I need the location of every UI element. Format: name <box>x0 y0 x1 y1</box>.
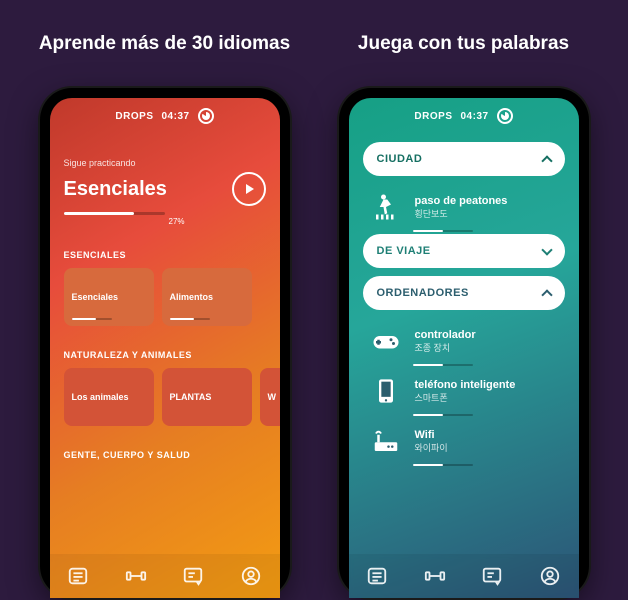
word-progress <box>413 464 473 466</box>
review-icon[interactable] <box>481 565 503 587</box>
card-label: Esenciales <box>72 292 146 302</box>
category-pill-viaje[interactable]: DE VIAJE <box>363 234 565 268</box>
screen-right: DROPS 04:37 CIUDAD paso de peatones 횡단보도 <box>349 98 579 598</box>
dumbbell-icon[interactable] <box>125 565 147 587</box>
word-sub: 조종 장치 <box>415 341 476 354</box>
card-label: Los animales <box>72 392 146 402</box>
topic-card[interactable]: Los animales <box>64 368 154 426</box>
chevron-up-icon <box>541 289 552 300</box>
category-pill-ciudad[interactable]: CIUDAD <box>363 142 565 176</box>
word-row[interactable]: controlador 조종 장치 <box>363 318 565 368</box>
card-label: PLANTAS <box>170 392 244 402</box>
word-progress <box>413 230 473 232</box>
hero-progress-pct: 27% <box>169 217 266 226</box>
gamepad-icon <box>369 324 403 358</box>
pill-label: ORDENADORES <box>377 287 469 299</box>
smartphone-icon <box>369 374 403 408</box>
topic-card[interactable]: PLANTAS <box>162 368 252 426</box>
topbar: DROPS 04:37 <box>349 98 579 134</box>
section-label: NATURALEZA Y ANIMALES <box>64 350 266 360</box>
word-sub: 횡단보도 <box>415 207 508 220</box>
section-label: GENTE, CUERPO Y SALUD <box>64 450 266 460</box>
card-label: Alimentos <box>170 292 244 302</box>
section-label: ESENCIALES <box>64 250 266 260</box>
word-row[interactable]: paso de peatones 횡단보도 <box>363 184 565 234</box>
screen-left: DROPS 04:37 Sigue practicando Esenciales… <box>50 98 280 598</box>
word-sub: 와이파이 <box>415 441 448 454</box>
card-progress <box>170 318 210 320</box>
phone-frame-right: DROPS 04:37 CIUDAD paso de peatones 횡단보도 <box>339 88 589 598</box>
phone-frame-left: DROPS 04:37 Sigue practicando Esenciales… <box>40 88 290 598</box>
timer-icon[interactable] <box>497 108 513 124</box>
chevron-down-icon <box>541 244 552 255</box>
word-sub: 스마트폰 <box>415 391 516 404</box>
profile-icon[interactable] <box>240 565 262 587</box>
timer-text: 04:37 <box>161 111 189 122</box>
pill-label: DE VIAJE <box>377 245 431 257</box>
chevron-up-icon <box>541 155 552 166</box>
word-progress <box>413 414 473 416</box>
wifi-router-icon <box>369 424 403 458</box>
word-row[interactable]: Wifi 와이파이 <box>363 418 565 468</box>
list-icon[interactable] <box>366 565 388 587</box>
hero-subtitle: Sigue practicando <box>64 158 266 168</box>
navbar <box>50 554 280 598</box>
category-pill-ordenadores[interactable]: ORDENADORES <box>363 276 565 310</box>
app-name: DROPS <box>115 111 153 122</box>
word-main: paso de peatones <box>415 195 508 207</box>
list-icon[interactable] <box>67 565 89 587</box>
timer-text: 04:37 <box>460 111 488 122</box>
timer-icon[interactable] <box>198 108 214 124</box>
topbar: DROPS 04:37 <box>50 98 280 134</box>
review-icon[interactable] <box>182 565 204 587</box>
play-button[interactable] <box>232 172 266 206</box>
dumbbell-icon[interactable] <box>424 565 446 587</box>
card-progress <box>72 318 112 320</box>
app-name: DROPS <box>414 111 452 122</box>
pill-label: CIUDAD <box>377 153 423 165</box>
word-main: controlador <box>415 329 476 341</box>
profile-icon[interactable] <box>539 565 561 587</box>
topic-card[interactable]: Esenciales <box>64 268 154 326</box>
headline-left: Aprende más de 30 idiomas <box>39 20 290 68</box>
navbar <box>349 554 579 598</box>
topic-card[interactable]: W <box>260 368 280 426</box>
headline-right: Juega con tus palabras <box>358 20 569 68</box>
card-label: W <box>268 392 280 402</box>
topic-card[interactable]: Alimentos <box>162 268 252 326</box>
word-main: teléfono inteligente <box>415 379 516 391</box>
word-main: Wifi <box>415 429 448 441</box>
hero-title: Esenciales <box>64 178 167 201</box>
word-progress <box>413 364 473 366</box>
word-row[interactable]: teléfono inteligente 스마트폰 <box>363 368 565 418</box>
pedestrian-icon <box>369 190 403 224</box>
hero: Sigue practicando Esenciales 27% <box>64 158 266 226</box>
hero-progress <box>64 212 165 215</box>
